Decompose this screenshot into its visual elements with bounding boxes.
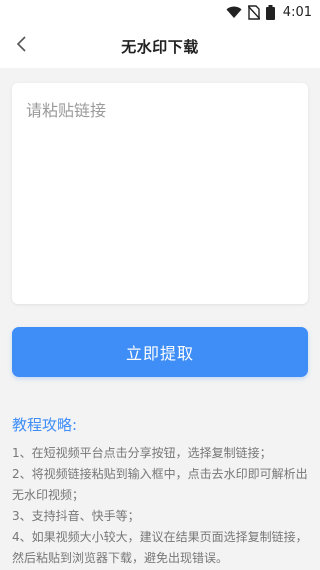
status-bar: 4:01 (0, 0, 320, 24)
wifi-icon (226, 5, 242, 19)
tutorial-section: 教程攻略: 1、在短视频平台点击分享按钮，选择复制链接； 2、将视频链接粘贴到输… (12, 414, 308, 569)
back-button[interactable] (10, 34, 34, 58)
link-input[interactable] (12, 83, 308, 304)
nav-bar: 无水印下载 (0, 24, 320, 68)
tutorial-item: 4、如果视频大小较大，建议在结果页面选择复制链接，然后粘贴到浏览器下载，避免出现… (12, 530, 308, 565)
chevron-left-icon (16, 36, 28, 56)
extract-button[interactable]: 立即提取 (12, 327, 308, 377)
tutorial-item: 3、支持抖音、快手等； (12, 509, 140, 523)
tutorial-item: 1、在短视频平台点击分享按钮，选择复制链接； (12, 446, 272, 460)
battery-icon (265, 4, 275, 20)
no-sim-icon (247, 4, 260, 20)
page-title: 无水印下载 (121, 37, 199, 56)
tutorial-item: 2、将视频链接粘贴到输入框中，点击去水印即可解析出无水印视频； (12, 467, 308, 502)
status-time: 4:01 (282, 4, 312, 20)
link-input-card (12, 83, 308, 304)
tutorial-title: 教程攻略: (12, 416, 78, 434)
